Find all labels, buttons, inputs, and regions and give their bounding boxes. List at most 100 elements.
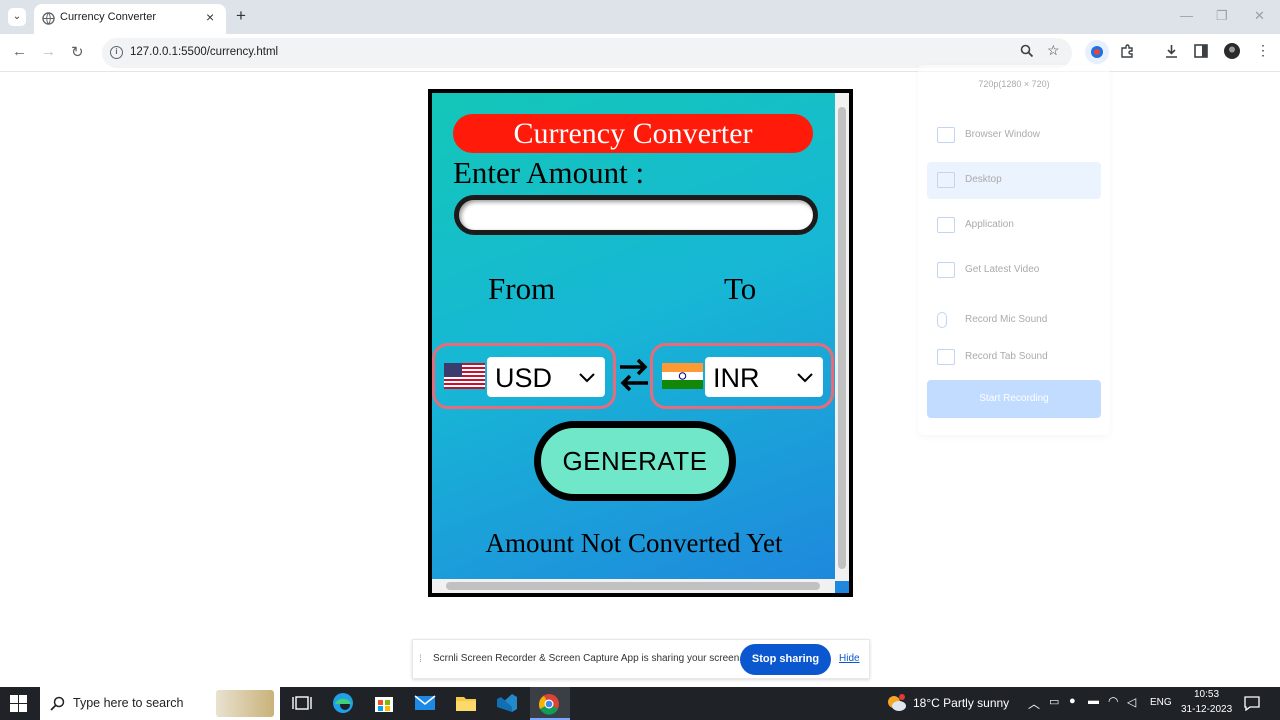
option-latest-video[interactable]: Get Latest Video bbox=[927, 252, 1101, 289]
recorder-popup: 720p(1280 × 720) Browser Window Desktop … bbox=[918, 65, 1110, 435]
recorder-extension-icon[interactable] bbox=[1084, 39, 1110, 65]
window-icon bbox=[937, 127, 955, 143]
chevron-down-icon bbox=[579, 373, 595, 383]
sharing-message: Scrnli Screen Recorder & Screen Capture … bbox=[433, 653, 743, 664]
desktop-icon bbox=[937, 172, 955, 188]
from-label: From bbox=[488, 271, 556, 306]
swap-arrows-icon[interactable] bbox=[618, 357, 650, 393]
task-view-icon[interactable] bbox=[290, 692, 314, 714]
globe-icon bbox=[42, 12, 55, 25]
option-browser-window[interactable]: Browser Window bbox=[927, 117, 1101, 154]
browser-tab[interactable]: Currency Converter × bbox=[34, 4, 226, 34]
horizontal-scrollbar[interactable] bbox=[432, 579, 835, 593]
notification-icon[interactable] bbox=[1244, 696, 1260, 711]
speaker-icon bbox=[937, 349, 955, 365]
menu-kebab-icon[interactable]: ⋮ bbox=[1256, 42, 1270, 59]
chrome-taskbar-active[interactable] bbox=[530, 687, 570, 720]
profile-avatar[interactable] bbox=[1224, 43, 1240, 59]
tab-search-button[interactable]: ⌄ bbox=[8, 8, 26, 26]
search-icon bbox=[50, 696, 65, 711]
vscode-icon[interactable] bbox=[495, 692, 519, 714]
stop-sharing-button[interactable]: Stop sharing bbox=[740, 644, 831, 675]
us-flag-icon bbox=[444, 363, 485, 389]
mic-icon bbox=[937, 312, 947, 328]
battery-alert-icon[interactable]: ▭ bbox=[1049, 695, 1059, 708]
result-text: Amount Not Converted Yet bbox=[485, 528, 783, 558]
side-panel-icon[interactable] bbox=[1194, 44, 1208, 58]
search-highlight-image bbox=[216, 690, 274, 717]
address-bar[interactable]: i 127.0.0.1:5500/currency.html bbox=[102, 38, 1072, 68]
bookmark-star-icon[interactable]: ☆ bbox=[1047, 42, 1060, 59]
converter-frame: Currency Converter Enter Amount : From T… bbox=[428, 89, 853, 597]
option-label: Record Mic Sound bbox=[965, 314, 1048, 325]
to-currency-select[interactable]: INR bbox=[705, 357, 823, 397]
maximize-button[interactable]: ❐ bbox=[1216, 8, 1228, 24]
scrollbar-thumb[interactable] bbox=[446, 582, 820, 590]
resolution-selector[interactable]: 720p(1280 × 720) bbox=[918, 79, 1110, 89]
weather-icon[interactable] bbox=[885, 693, 907, 713]
from-currency-box: USD bbox=[432, 343, 616, 409]
reload-icon[interactable]: ↻ bbox=[71, 43, 84, 61]
app-title: Currency Converter bbox=[453, 114, 813, 153]
file-explorer-icon[interactable] bbox=[454, 692, 478, 714]
new-tab-button[interactable]: + bbox=[236, 6, 246, 26]
vertical-scrollbar[interactable] bbox=[835, 93, 849, 581]
back-icon[interactable]: ← bbox=[12, 43, 27, 60]
wifi-icon[interactable]: ◠ bbox=[1108, 694, 1118, 708]
clock-time[interactable]: 10:53 bbox=[1194, 689, 1219, 700]
option-tab-sound[interactable]: Record Tab Sound bbox=[927, 339, 1101, 376]
mail-icon[interactable] bbox=[413, 692, 437, 714]
chevron-up-icon[interactable]: ︿ bbox=[1028, 695, 1040, 712]
zoom-icon[interactable] bbox=[1020, 44, 1034, 58]
option-label: Browser Window bbox=[965, 129, 1041, 140]
drag-handle-icon[interactable]: ⁞ bbox=[419, 654, 422, 665]
tab-title: Currency Converter bbox=[60, 11, 156, 23]
edge-icon[interactable] bbox=[331, 692, 355, 714]
taskbar-search-box[interactable]: Type here to search bbox=[40, 687, 280, 720]
amount-input[interactable] bbox=[454, 195, 818, 235]
from-currency-select[interactable]: USD bbox=[487, 357, 605, 397]
enter-amount-label: Enter Amount : bbox=[453, 155, 645, 190]
video-icon bbox=[937, 262, 955, 278]
chrome-icon bbox=[539, 694, 559, 715]
screen-sharing-bar: ⁞ Scrnli Screen Recorder & Screen Captur… bbox=[412, 639, 870, 679]
minimize-button[interactable]: — bbox=[1180, 8, 1193, 23]
windows-start-icon[interactable] bbox=[10, 695, 27, 712]
option-label: Get Latest Video bbox=[965, 264, 1040, 275]
start-recording-button[interactable]: Start Recording bbox=[927, 380, 1101, 418]
india-flag-icon bbox=[662, 363, 703, 389]
forward-icon[interactable]: → bbox=[41, 43, 56, 60]
chevron-down-icon bbox=[797, 373, 813, 383]
option-label: Application bbox=[965, 219, 1014, 230]
option-desktop[interactable]: Desktop bbox=[927, 162, 1101, 199]
to-currency-box: INR bbox=[650, 343, 834, 409]
option-application[interactable]: Application bbox=[927, 207, 1101, 244]
battery-icon[interactable]: ▬ bbox=[1088, 695, 1099, 707]
option-label: Record Tab Sound bbox=[965, 351, 1048, 362]
generate-button[interactable]: GENERATE bbox=[534, 421, 736, 501]
from-currency-value: USD bbox=[495, 363, 553, 393]
hide-link[interactable]: Hide bbox=[839, 653, 860, 664]
grid-icon bbox=[937, 217, 955, 233]
volume-icon[interactable]: ◁ bbox=[1127, 695, 1136, 709]
search-placeholder: Type here to search bbox=[73, 696, 184, 710]
language-indicator[interactable]: ENG bbox=[1150, 697, 1172, 708]
option-mic-sound[interactable]: Record Mic Sound bbox=[927, 302, 1101, 339]
tab-strip: ⌄ Currency Converter × + — ❐ ✕ bbox=[0, 0, 1280, 34]
url-text: 127.0.0.1:5500/currency.html bbox=[130, 46, 279, 58]
windows-taskbar: Type here to search 18°C Partly sunny ︿ … bbox=[0, 687, 1280, 720]
tab-close-icon[interactable]: × bbox=[206, 9, 214, 25]
to-label: To bbox=[724, 271, 757, 306]
to-currency-value: INR bbox=[713, 363, 760, 393]
option-label: Desktop bbox=[965, 174, 1002, 185]
close-window-button[interactable]: ✕ bbox=[1254, 8, 1265, 24]
site-info-icon[interactable]: i bbox=[110, 46, 123, 59]
scrollbar-thumb[interactable] bbox=[838, 107, 846, 569]
extensions-icon[interactable] bbox=[1120, 44, 1135, 59]
clock-date[interactable]: 31-12-2023 bbox=[1181, 704, 1232, 715]
download-icon[interactable] bbox=[1164, 44, 1179, 59]
microphone-icon[interactable]: ● bbox=[1069, 695, 1076, 707]
store-icon[interactable] bbox=[372, 692, 396, 714]
weather-text[interactable]: 18°C Partly sunny bbox=[913, 696, 1009, 710]
page-viewport: Currency Converter Enter Amount : From T… bbox=[0, 65, 1280, 687]
